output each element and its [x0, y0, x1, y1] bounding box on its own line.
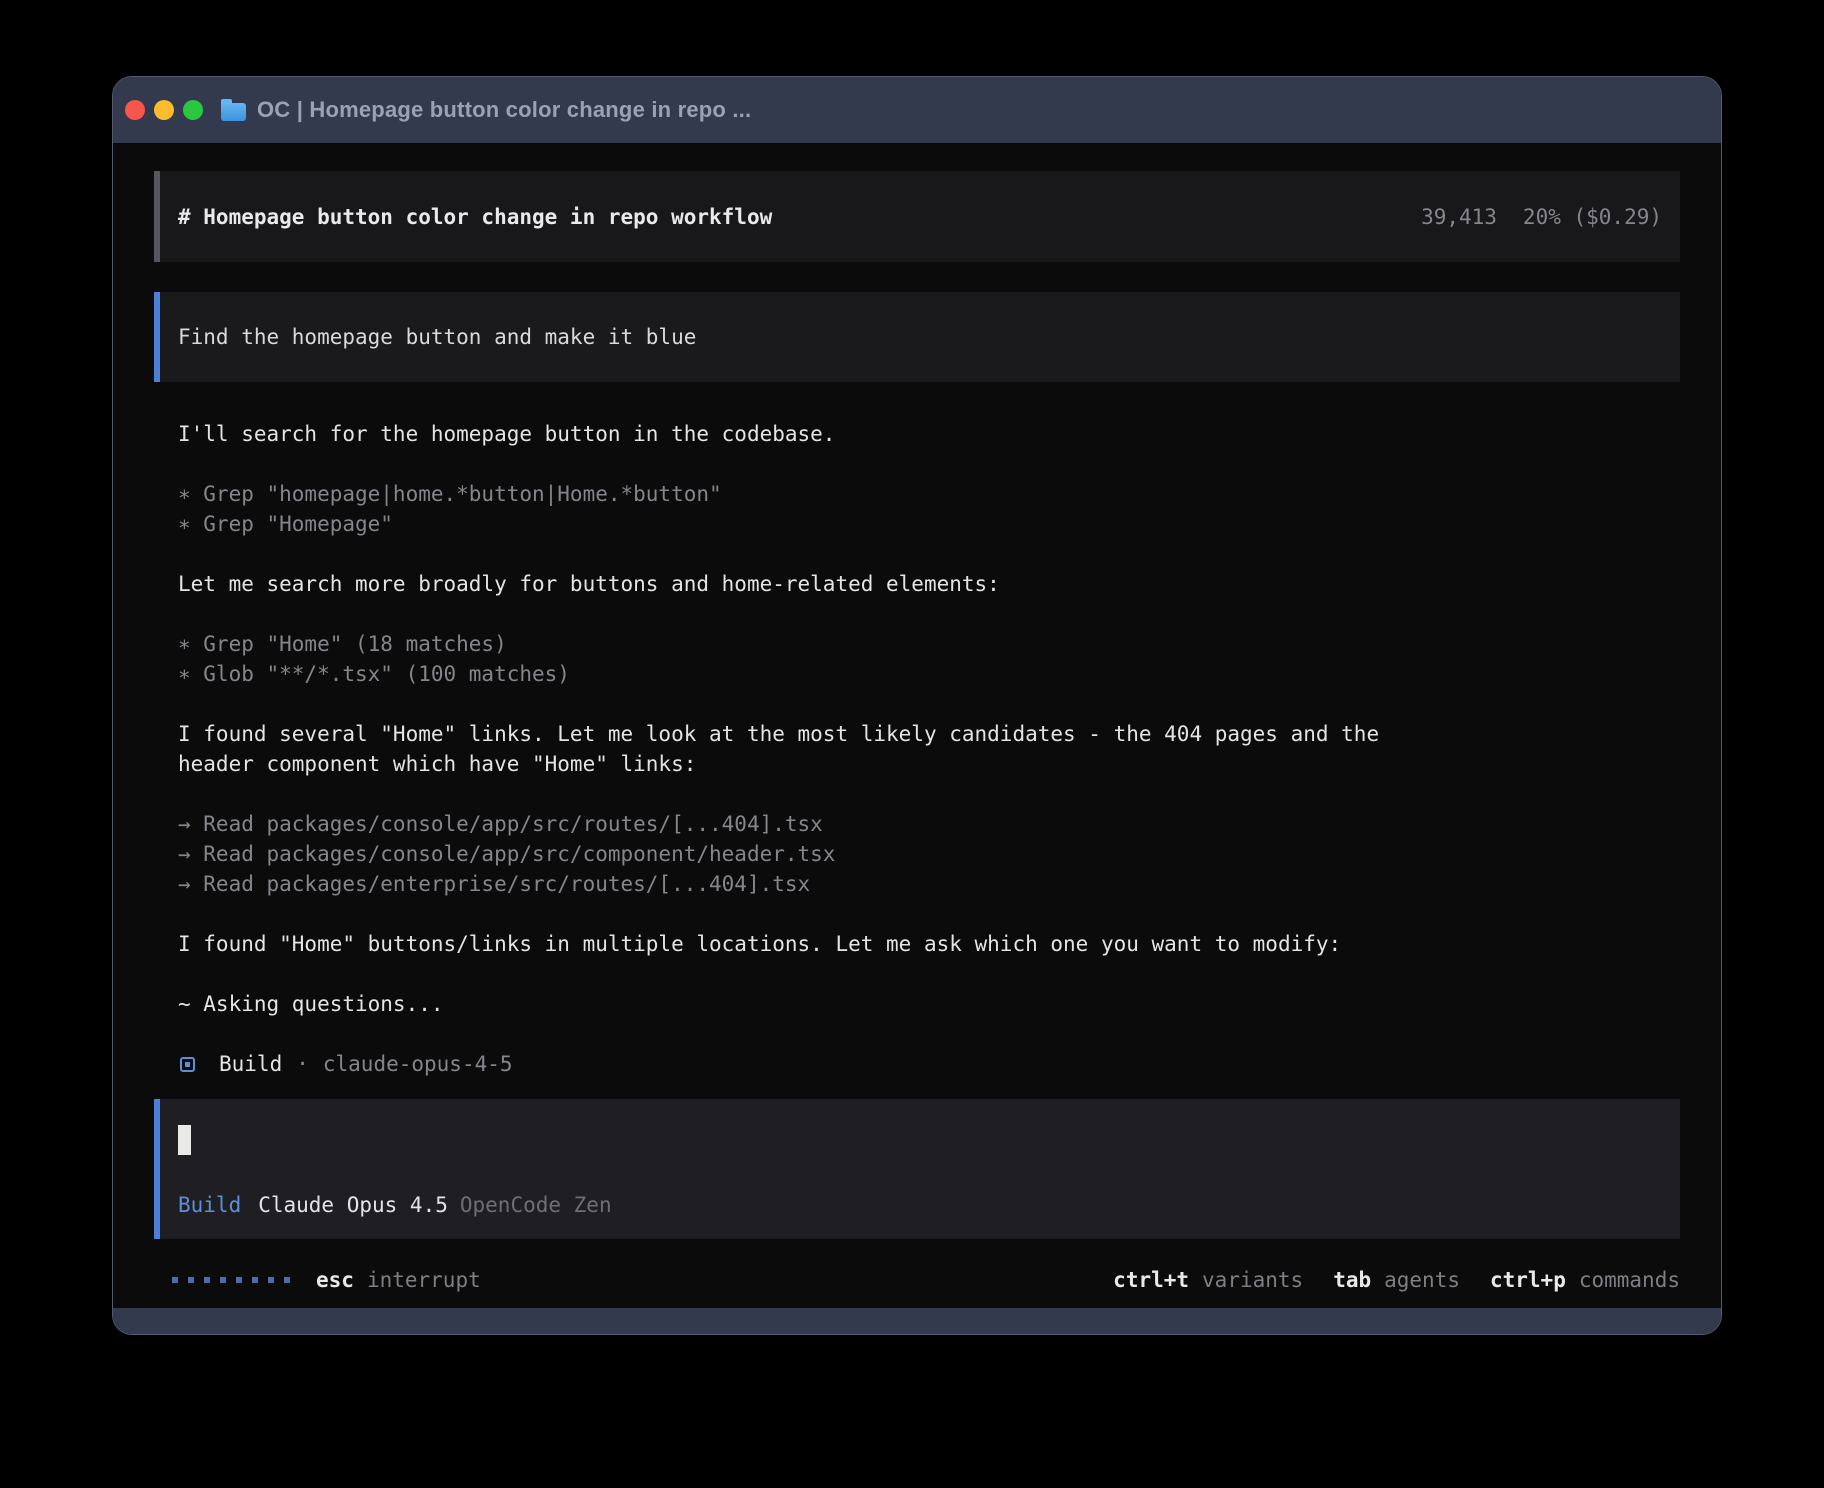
build-square-icon: [180, 1057, 195, 1072]
prompt-input[interactable]: Build Claude Opus 4.5 OpenCode Zen: [154, 1099, 1680, 1239]
shortcut-key: tab: [1333, 1268, 1371, 1292]
agent-status-row: Build · claude-opus-4-5: [154, 1049, 1680, 1079]
shortcut-hint: tab agents: [1333, 1268, 1460, 1292]
shortcut-key: ctrl+p: [1490, 1268, 1566, 1292]
conversation-line: ∗ Grep "Home" (18 matches): [178, 629, 1680, 659]
spinner-dot: [236, 1277, 242, 1283]
esc-key-hint: esc: [316, 1268, 354, 1292]
window-bottom-strip: [113, 1308, 1721, 1334]
input-model-label: Claude Opus 4.5: [258, 1193, 448, 1217]
shortcut-label: commands: [1579, 1268, 1680, 1292]
window-title: OC | Homepage button color change in rep…: [257, 97, 751, 123]
conversation-line: → Read packages/console/app/src/routes/[…: [178, 809, 1680, 839]
minimize-button[interactable]: [154, 100, 174, 120]
session-title: # Homepage button color change in repo w…: [178, 205, 772, 229]
spinner-dot: [204, 1277, 210, 1283]
conversation-line: [178, 959, 1680, 989]
user-message-text: Find the homepage button and make it blu…: [178, 325, 696, 349]
spinner-dot: [268, 1277, 274, 1283]
conversation-line: [178, 779, 1680, 809]
conversation-line: I found "Home" buttons/links in multiple…: [178, 929, 1680, 959]
context-cost: 20% ($0.29): [1523, 205, 1662, 229]
conversation-line: → Read packages/console/app/src/componen…: [178, 839, 1680, 869]
terminal-window: OC | Homepage button color change in rep…: [112, 76, 1722, 1335]
conversation-line: I'll search for the homepage button in t…: [178, 419, 1680, 449]
shortcut-key: ctrl+t: [1113, 1268, 1189, 1292]
user-message: Find the homepage button and make it blu…: [154, 292, 1680, 382]
spinner-dot: [220, 1277, 226, 1283]
conversation-line: ~ Asking questions...: [178, 989, 1680, 1019]
status-bar: esc interrupt ctrl+t variants tab agents: [154, 1265, 1680, 1295]
fullscreen-button[interactable]: [183, 100, 203, 120]
conversation-line: [178, 599, 1680, 629]
token-count: 39,413: [1421, 205, 1497, 229]
input-provider-label: OpenCode Zen: [460, 1193, 612, 1217]
input-agent-label[interactable]: Build: [178, 1193, 241, 1217]
terminal-content: # Homepage button color change in repo w…: [113, 143, 1721, 1308]
agent-model: claude-opus-4-5: [323, 1052, 513, 1076]
conversation-line: → Read packages/enterprise/src/routes/[.…: [178, 869, 1680, 899]
status-right: ctrl+t variants tab agents ctrl+p comman…: [1113, 1268, 1680, 1292]
traffic-lights: [125, 100, 203, 120]
shortcut-label: variants: [1202, 1268, 1303, 1292]
conversation-line: header component which have "Home" links…: [178, 749, 1680, 779]
shortcut-hint: ctrl+t variants: [1113, 1268, 1303, 1292]
spinner-dots: [172, 1277, 290, 1283]
folder-icon: [221, 103, 246, 121]
titlebar: OC | Homepage button color change in rep…: [113, 77, 1721, 143]
shortcut-hint: ctrl+p commands: [1490, 1268, 1680, 1292]
spinner-dot: [252, 1277, 258, 1283]
interrupt-label: interrupt: [367, 1268, 481, 1292]
conversation-line: [178, 539, 1680, 569]
conversation-line: [178, 449, 1680, 479]
separator-dot: ·: [296, 1052, 309, 1076]
spinner-dot: [284, 1277, 290, 1283]
model-row: Build Claude Opus 4.5 OpenCode Zen: [178, 1193, 1662, 1217]
shortcut-label: agents: [1384, 1268, 1460, 1292]
conversation-line: [178, 899, 1680, 929]
text-cursor: [178, 1125, 191, 1155]
conversation-line: ∗ Grep "Homepage": [178, 509, 1680, 539]
conversation-line: I found several "Home" links. Let me loo…: [178, 719, 1680, 749]
session-stats: 39,413 20% ($0.29): [1421, 205, 1662, 229]
conversation-line: ∗ Grep "homepage|home.*button|Home.*butt…: [178, 479, 1680, 509]
assistant-output: I'll search for the homepage button in t…: [154, 419, 1680, 1019]
title-group: OC | Homepage button color change in rep…: [221, 97, 751, 123]
conversation-line: Let me search more broadly for buttons a…: [178, 569, 1680, 599]
conversation-line: [178, 689, 1680, 719]
conversation-line: ∗ Glob "**/*.tsx" (100 matches): [178, 659, 1680, 689]
session-header: # Homepage button color change in repo w…: [154, 171, 1680, 262]
agent-name: Build: [219, 1052, 282, 1076]
spinner-dot: [172, 1277, 178, 1283]
close-button[interactable]: [125, 100, 145, 120]
status-left: esc interrupt: [172, 1268, 481, 1292]
spinner-dot: [188, 1277, 194, 1283]
